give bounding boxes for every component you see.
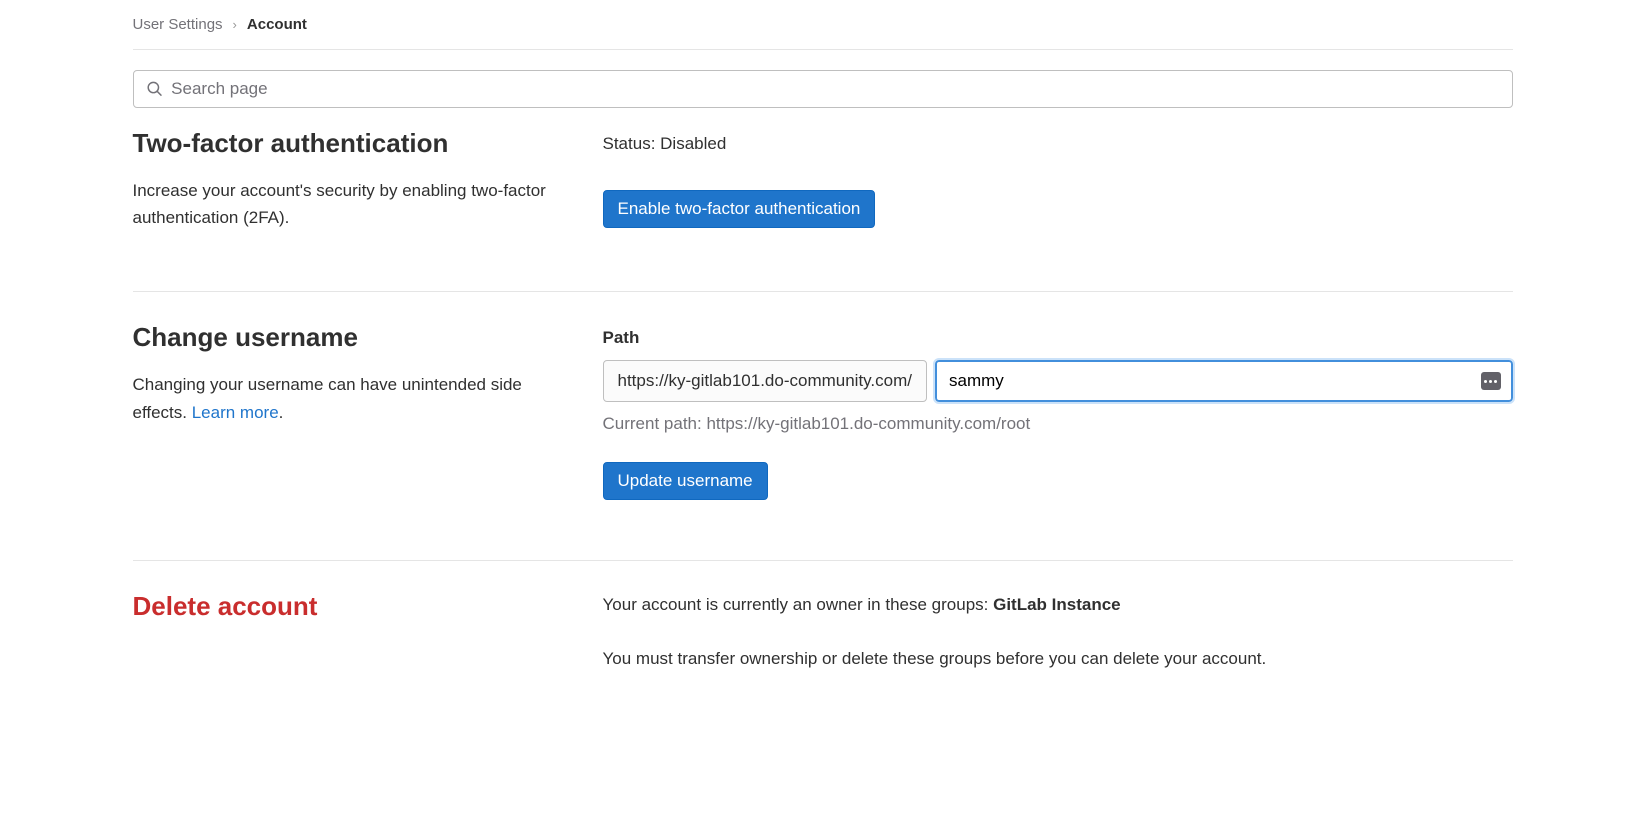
twofa-desc: Increase your account's security by enab… <box>133 177 573 231</box>
breadcrumb-parent[interactable]: User Settings <box>133 16 223 33</box>
username-input[interactable] <box>949 363 1481 399</box>
breadcrumb: User Settings › Account <box>133 12 1513 49</box>
change-username-desc: Changing your username can have unintend… <box>133 371 573 425</box>
chevron-right-icon: › <box>233 17 237 32</box>
enable-twofa-button[interactable]: Enable two-factor authentication <box>603 190 876 228</box>
update-username-button[interactable]: Update username <box>603 462 768 500</box>
search-page-input-wrapper[interactable] <box>133 70 1513 108</box>
delete-account-title: Delete account <box>133 591 573 622</box>
username-input-wrapper[interactable] <box>935 360 1513 402</box>
divider <box>133 49 1513 50</box>
learn-more-link[interactable]: Learn more <box>192 403 279 422</box>
change-username-title: Change username <box>133 322 573 353</box>
delete-account-owner-text: Your account is currently an owner in th… <box>603 591 1513 618</box>
twofa-status: Status: Disabled <box>603 134 1513 154</box>
more-icon[interactable] <box>1481 372 1501 390</box>
twofa-title: Two-factor authentication <box>133 128 573 159</box>
current-path-text: Current path: https://ky-gitlab101.do-co… <box>603 414 1513 434</box>
path-prefix: https://ky-gitlab101.do-community.com/ <box>603 360 927 402</box>
search-icon <box>146 80 164 98</box>
divider <box>133 560 1513 561</box>
breadcrumb-current: Account <box>247 16 307 33</box>
divider <box>133 291 1513 292</box>
delete-account-instruction: You must transfer ownership or delete th… <box>603 645 1513 672</box>
search-page-input[interactable] <box>171 79 1499 99</box>
path-label: Path <box>603 328 1513 348</box>
